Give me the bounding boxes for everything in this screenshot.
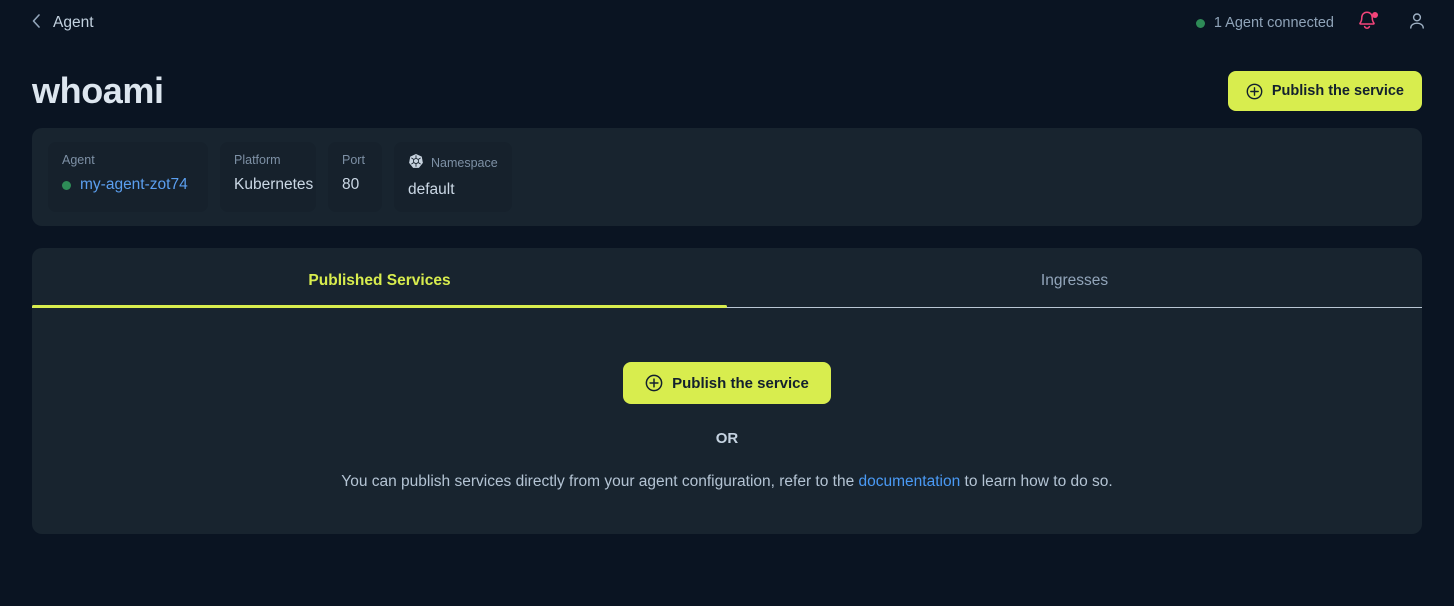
page-header: whoami Publish the service bbox=[0, 46, 1454, 128]
info-card-namespace-value: default bbox=[408, 181, 455, 198]
info-card-namespace: Namespace default bbox=[394, 142, 512, 212]
tab-published-services[interactable]: Published Services bbox=[32, 248, 727, 308]
tab-bar: Published Services Ingresses bbox=[32, 248, 1422, 308]
notifications-button[interactable] bbox=[1350, 6, 1384, 40]
info-card-platform-label: Platform bbox=[234, 153, 281, 167]
info-card-agent: Agent my-agent-zot74 bbox=[48, 142, 208, 212]
notification-badge-dot bbox=[1372, 12, 1378, 18]
agent-connection-label: 1 Agent connected bbox=[1213, 15, 1334, 31]
info-card-port-value: 80 bbox=[342, 176, 360, 193]
agent-connection-status: 1 Agent connected bbox=[1195, 15, 1334, 31]
info-card-platform: Platform Kubernetes bbox=[220, 142, 316, 212]
user-account-button[interactable] bbox=[1400, 6, 1434, 40]
top-bar: Agent 1 Agent connected bbox=[0, 0, 1454, 46]
plus-circle-icon bbox=[645, 374, 663, 392]
agent-status-dot-icon bbox=[62, 180, 71, 190]
publish-service-button-header[interactable]: Publish the service bbox=[1227, 71, 1422, 111]
tab-active-indicator bbox=[32, 305, 727, 308]
status-dot-icon bbox=[1195, 18, 1205, 28]
documentation-link[interactable]: documentation bbox=[859, 473, 961, 490]
publish-service-label: Publish the service bbox=[1271, 83, 1404, 99]
top-bar-actions: 1 Agent connected bbox=[1195, 6, 1434, 40]
page-title: whoami bbox=[32, 70, 164, 111]
info-card-namespace-label: Namespace bbox=[431, 155, 498, 170]
plus-circle-icon bbox=[1246, 83, 1263, 100]
info-card-agent-label: Agent bbox=[62, 153, 95, 167]
empty-state-or-separator: OR bbox=[715, 430, 739, 447]
agent-info-panel: Agent my-agent-zot74 Platform Kubernetes… bbox=[32, 128, 1422, 226]
empty-state-action: Publish the service bbox=[623, 362, 831, 404]
info-card-port-label: Port bbox=[342, 153, 365, 167]
chevron-left-icon bbox=[32, 13, 41, 31]
empty-state-description-after: to learn how to do so. bbox=[960, 473, 1113, 490]
breadcrumb-back-agent[interactable]: Agent bbox=[32, 13, 94, 32]
user-icon bbox=[1407, 11, 1427, 36]
publish-service-label: Publish the service bbox=[672, 374, 809, 392]
empty-state-description-before: You can publish services directly from y… bbox=[341, 473, 859, 490]
info-card-namespace-label-row: Namespace bbox=[408, 153, 498, 172]
info-card-port: Port 80 bbox=[328, 142, 382, 212]
info-card-agent-value-row: my-agent-zot74 bbox=[62, 176, 194, 194]
info-card-platform-value: Kubernetes bbox=[234, 176, 314, 193]
tab-ingresses-label: Ingresses bbox=[1040, 272, 1109, 289]
tab-ingresses[interactable]: Ingresses bbox=[727, 248, 1422, 308]
kubernetes-icon bbox=[408, 153, 424, 172]
tab-published-services-label: Published Services bbox=[308, 272, 451, 289]
services-panel: Published Services Ingresses Publish the… bbox=[32, 248, 1422, 534]
breadcrumb-label: Agent bbox=[53, 14, 94, 31]
published-services-empty-state: Publish the service OR You can publish s… bbox=[32, 308, 1422, 491]
publish-service-button-empty-state[interactable]: Publish the service bbox=[623, 362, 831, 404]
empty-state-description: You can publish services directly from y… bbox=[341, 473, 1112, 491]
agent-name-link[interactable]: my-agent-zot74 bbox=[80, 176, 188, 194]
